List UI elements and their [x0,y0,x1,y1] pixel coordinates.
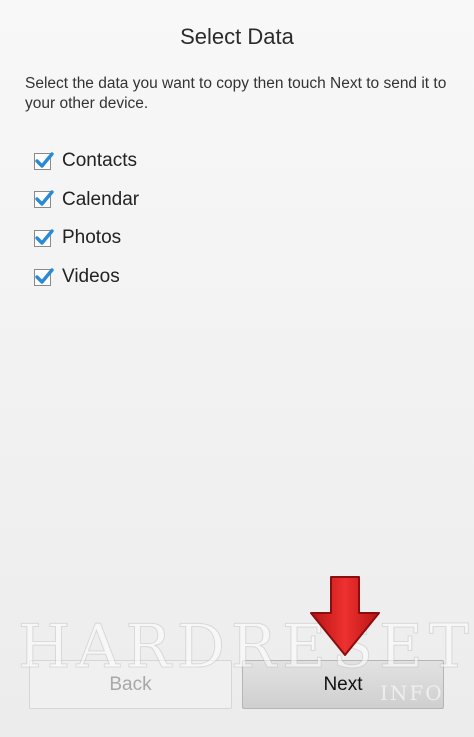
checkbox-label: Calendar [62,188,140,210]
instruction-text: Select the data you want to copy then to… [25,75,447,112]
page-title: Select Data [180,24,294,49]
arrow-down-icon [310,576,380,656]
check-icon [35,152,54,168]
checkbox-item-calendar[interactable]: Calendar [34,181,139,220]
checkbox-label: Photos [62,227,122,249]
checkbox-item-photos[interactable]: Photos [34,219,139,258]
check-icon [35,229,54,245]
checkbox[interactable] [34,152,54,170]
back-button[interactable]: Back [29,660,232,709]
checkbox[interactable] [34,267,54,286]
checkbox-item-videos[interactable]: Videos [34,258,139,297]
checkbox[interactable] [34,190,54,209]
check-icon [35,190,54,207]
next-button[interactable]: Next [242,660,444,709]
checkbox-label: Contacts [62,150,137,172]
data-type-list: Contacts Calendar Photos Videos [34,142,139,296]
checkbox[interactable] [34,229,54,247]
check-icon [35,267,54,284]
checkbox-label: Videos [62,266,120,288]
checkbox-item-contacts[interactable]: Contacts [34,142,139,181]
